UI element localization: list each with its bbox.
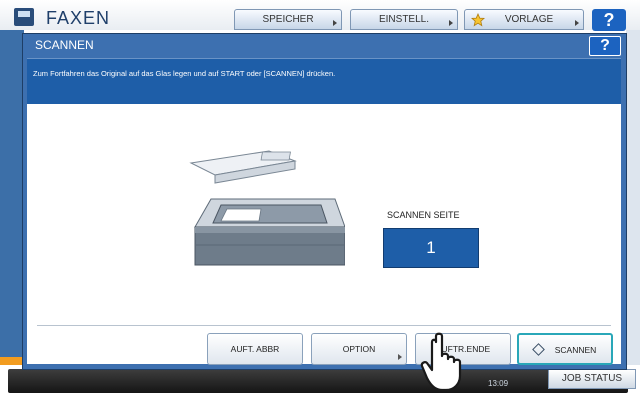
dialog-help-button[interactable]: ?	[589, 36, 621, 56]
dialog-title: SCANNEN	[35, 38, 94, 52]
fax-icon	[14, 8, 34, 26]
scan-dialog: SCANNEN ? Zum Fortfahren das Original au…	[22, 33, 627, 370]
background-right-panel	[626, 30, 640, 375]
speicher-button[interactable]: SPEICHER	[234, 9, 342, 30]
scan-start-icon	[531, 343, 545, 356]
vorlage-label: VORLAGE	[504, 14, 554, 25]
instruction-message: Zum Fortfahren das Original auf das Glas…	[33, 69, 336, 78]
scan-page-counter: 1	[383, 228, 479, 268]
background-help-button[interactable]: ?	[592, 9, 626, 31]
message-bar: Zum Fortfahren das Original auf das Glas…	[27, 58, 621, 104]
cancel-job-button[interactable]: AUFT. ABBR	[207, 333, 303, 365]
speicher-label: SPEICHER	[262, 14, 314, 25]
cancel-job-label: AUFT. ABBR	[230, 344, 280, 354]
scan-page-label: SCANNEN SEITE	[387, 210, 460, 220]
chevron-right-icon	[449, 20, 453, 26]
divider	[37, 325, 611, 326]
option-button[interactable]: OPTION	[311, 333, 407, 365]
option-label: OPTION	[342, 344, 376, 354]
status-bar	[8, 369, 628, 393]
pointer-hand-icon	[420, 332, 462, 392]
vorlage-button[interactable]: VORLAGE	[464, 9, 584, 30]
scan-button[interactable]: SCANNEN	[517, 333, 613, 365]
einstell-button[interactable]: EINSTELL.	[350, 9, 458, 30]
background-header: FAXEN SPEICHER EINSTELL. VORLAGE ?	[0, 0, 640, 31]
chevron-right-icon	[575, 20, 579, 26]
chevron-right-icon	[333, 20, 337, 26]
chevron-right-icon	[398, 354, 402, 360]
background-orange-strip	[0, 357, 24, 365]
star-icon	[471, 13, 485, 27]
clock-time: 13:09	[488, 379, 509, 388]
einstell-label: EINSTELL.	[378, 14, 430, 25]
scan-label: SCANNEN	[554, 345, 597, 355]
background-left-panel	[0, 30, 24, 375]
job-status-button[interactable]: JOB STATUS	[548, 369, 636, 389]
background-title: FAXEN	[46, 8, 111, 28]
scanner-illustration	[189, 150, 345, 266]
dialog-content: SCANNEN SEITE 1 AUFT. ABBR OPTION AUFTR.…	[27, 104, 621, 365]
